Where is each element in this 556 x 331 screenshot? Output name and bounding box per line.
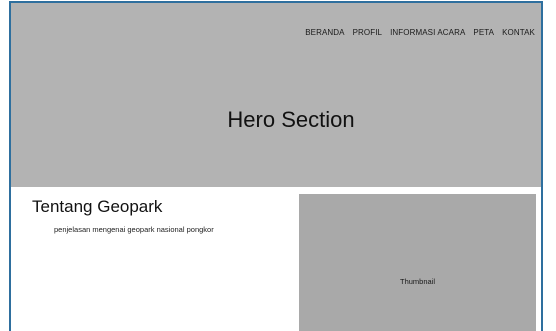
about-title: Tentang Geopark (32, 197, 163, 216)
hero-title: Hero Section (227, 107, 355, 132)
about-description: penjelasan mengenai geopark nasional pon… (54, 225, 214, 234)
nav-item-profil[interactable]: PROFIL (353, 28, 383, 37)
nav-item-peta[interactable]: PETA (473, 28, 494, 37)
page-frame: BERANDA PROFIL INFORMASI ACARA PETA KONT… (9, 1, 543, 331)
hero-section: BERANDA PROFIL INFORMASI ACARA PETA KONT… (11, 3, 541, 187)
top-nav: BERANDA PROFIL INFORMASI ACARA PETA KONT… (305, 28, 535, 37)
thumbnail-label: Thumbnail (399, 277, 436, 286)
nav-item-informasi-acara[interactable]: INFORMASI ACARA (390, 28, 465, 37)
nav-item-kontak[interactable]: KONTAK (502, 28, 535, 37)
nav-item-beranda[interactable]: BERANDA (305, 28, 344, 37)
thumbnail-placeholder: Thumbnail (299, 194, 536, 331)
